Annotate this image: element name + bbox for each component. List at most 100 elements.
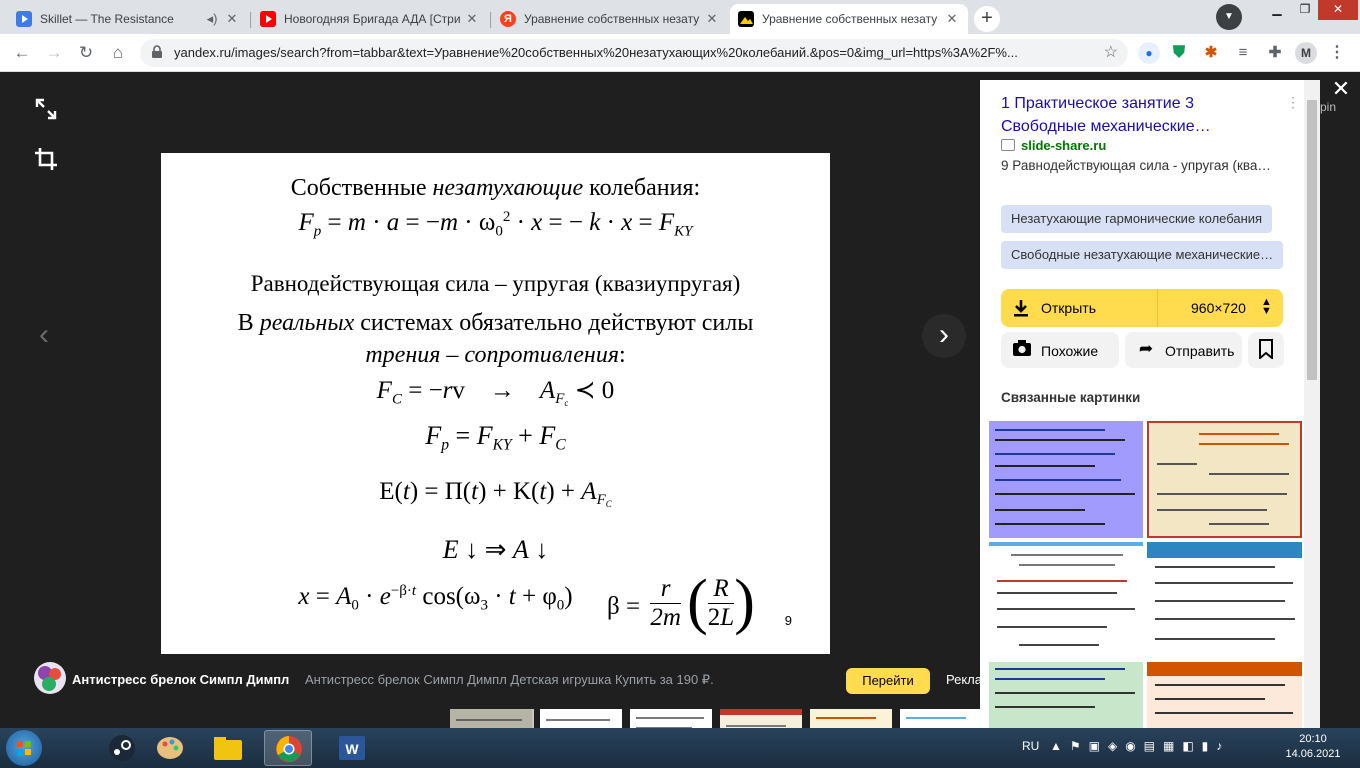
source-title[interactable]: Антистресс брелок Симпл Димпл [72, 672, 289, 687]
related-image[interactable] [1147, 662, 1302, 728]
forward-button[interactable]: → [42, 41, 66, 65]
tab-title: Уравнение собственных незату [524, 12, 700, 26]
tab-close-icon[interactable]: ✕ [704, 11, 720, 27]
similar-button[interactable]: Похожие [1001, 332, 1119, 368]
language-indicator[interactable]: RU [1022, 739, 1039, 753]
explorer-icon[interactable] [204, 730, 252, 766]
chrome-icon[interactable] [264, 730, 312, 766]
source-snippet: 9 Равнодействующая сила - упругая (ква… [1001, 158, 1271, 173]
yandex-icon: Я [500, 11, 516, 27]
image-info-panel: 1 Практическое занятие 3 Свободные механ… [980, 80, 1304, 728]
slide-heading: Собственные незатухающие колебания: [290, 175, 701, 201]
tab-separator [490, 12, 491, 28]
extension-list-icon[interactable]: ≡ [1232, 42, 1254, 64]
tab-separator [250, 12, 251, 28]
tab-close-icon[interactable]: ✕ [224, 11, 240, 27]
extension-owl-icon[interactable]: ● [1138, 42, 1160, 64]
yandex-images-icon [738, 11, 754, 27]
download-icon [1011, 298, 1031, 318]
formula-friction-force: FC = −rv → AFc ≺ 0 [376, 377, 615, 409]
tab-title: Уравнение собственных незату [762, 12, 938, 26]
slide-line-resultant: Равнодействующая сила – упругая (квазиуп… [250, 271, 741, 296]
share-label: Отправить [1165, 343, 1235, 359]
share-button[interactable]: ➦ Отправить [1125, 332, 1242, 368]
source-site[interactable]: slide-share.ru [1001, 138, 1106, 153]
tab-novogodnyaya[interactable]: Новогодняя Бригада АДА [Стри ✕ [252, 4, 488, 34]
tab-search-icon[interactable]: ▼ [1216, 4, 1242, 30]
extension-bug-icon[interactable]: ✱ [1200, 42, 1222, 64]
related-image[interactable] [989, 421, 1143, 538]
word-icon[interactable]: W [328, 730, 376, 766]
clock-date: 14.06.2021 [1285, 748, 1341, 760]
previous-image-button[interactable]: ‹ [22, 314, 66, 358]
system-clock[interactable]: 20:10 14.06.2021 [1278, 732, 1348, 762]
steam-icon[interactable] [98, 730, 146, 766]
speaker-icon[interactable]: ◂) [204, 11, 220, 27]
tab-title: Skillet — The Resistance [40, 12, 174, 26]
related-image[interactable] [1147, 542, 1302, 658]
new-tab-button[interactable]: + [974, 6, 1000, 32]
related-image[interactable] [1147, 421, 1302, 538]
home-button[interactable]: ⌂ [106, 41, 130, 65]
tab-strip: Skillet — The Resistance ◂) ✕ Новогодняя… [0, 0, 1360, 34]
related-heading: Связанные картинки [1001, 390, 1141, 405]
source-page-link[interactable]: 1 Практическое занятие 3 Свободные механ… [1001, 92, 1281, 138]
minimize-button[interactable]: ▁ [1262, 0, 1292, 20]
camera-icon [1011, 339, 1033, 362]
slide-line-real-systems: В реальных системах обязательно действую… [237, 310, 754, 336]
related-image[interactable] [989, 662, 1143, 728]
size-caret-icon[interactable]: ▲ ▼ [1261, 297, 1272, 317]
tray-icons[interactable]: ▲⚑▣◈◉▤▦◧▮♪ [1050, 739, 1230, 753]
url-text: yandex.ru/images/search?from=tabbar&text… [174, 45, 1018, 60]
source-site-label: slide-share.ru [1021, 138, 1107, 153]
crop-icon[interactable] [31, 144, 61, 174]
tab-skillet[interactable]: Skillet — The Resistance ◂) ✕ [8, 4, 248, 34]
profile-avatar[interactable]: M [1295, 42, 1317, 64]
tab-yandex-images[interactable]: Уравнение собственных незату ✕ [730, 4, 968, 34]
image-size-select[interactable]: 960×720 [1191, 300, 1246, 316]
tag-chip[interactable]: Незатухающие гармонические колебания [1001, 205, 1273, 233]
maximize-button[interactable]: ❐ [1290, 0, 1320, 20]
extensions-puzzle-icon[interactable]: ✚ [1264, 42, 1286, 64]
next-image-button[interactable]: › [922, 314, 966, 358]
youtube-icon [260, 11, 276, 27]
paint-icon[interactable] [146, 730, 194, 766]
share-arrow-icon: ➦ [1138, 339, 1154, 358]
formula-elastic-force: Fp = m · a = −m · ω02 · x = − k · x = FK… [298, 209, 693, 240]
scrollbar-thumb[interactable] [1307, 100, 1317, 380]
svg-text:W: W [345, 741, 359, 757]
slide-line-friction: трения – сопротивления: [365, 342, 626, 368]
address-bar[interactable]: yandex.ru/images/search?from=tabbar&text… [140, 39, 1128, 67]
more-options-icon[interactable]: ⋮ [1286, 94, 1300, 111]
tag-chip[interactable]: Свободные незатухающие механические… [1001, 241, 1284, 269]
extension-shield-icon[interactable]: ⛊ [1168, 42, 1190, 64]
tab-yandex-search[interactable]: Я Уравнение собственных незату ✕ [492, 4, 728, 34]
open-label: Открыть [1041, 300, 1096, 316]
site-favicon-icon [1001, 139, 1015, 151]
source-description: Антистресс брелок Симпл Димпл Детская иг… [305, 672, 714, 687]
open-image-button[interactable]: Открыть 960×720 ▲ ▼ [1001, 289, 1283, 327]
start-button[interactable] [6, 730, 42, 766]
lock-icon [152, 45, 162, 58]
source-avatar [34, 662, 66, 694]
formula-decrease: E ↓ ⇒ A ↓ [442, 535, 549, 564]
close-window-button[interactable]: ✕ [1318, 0, 1358, 20]
expand-icon[interactable] [31, 94, 61, 124]
reload-button[interactable]: ↻ [74, 41, 98, 65]
close-viewer-icon[interactable]: ✕ [1329, 78, 1353, 102]
panel-scrollbar[interactable] [1304, 80, 1320, 728]
back-button[interactable]: ← [10, 41, 34, 65]
tab-close-icon[interactable]: ✕ [944, 11, 960, 27]
bookmark-button[interactable] [1248, 332, 1284, 368]
go-button[interactable]: Перейти [846, 668, 930, 694]
button-divider [1157, 289, 1158, 327]
clock-time: 20:10 [1299, 733, 1327, 745]
menu-icon[interactable]: ⋮ [1326, 42, 1348, 64]
tab-title: Новогодняя Бригада АДА [Стри [284, 12, 460, 26]
tab-close-icon[interactable]: ✕ [464, 11, 480, 27]
related-image[interactable] [989, 542, 1143, 658]
slide-image: Собственные незатухающие колебания: Fp =… [161, 153, 830, 654]
bookmark-star-icon[interactable]: ☆ [1104, 42, 1118, 62]
formula-energy: E(t) = П(t) + K(t) + AFC [379, 478, 612, 510]
browser-toolbar: ← → ↻ ⌂ yandex.ru/images/search?from=tab… [0, 34, 1360, 72]
